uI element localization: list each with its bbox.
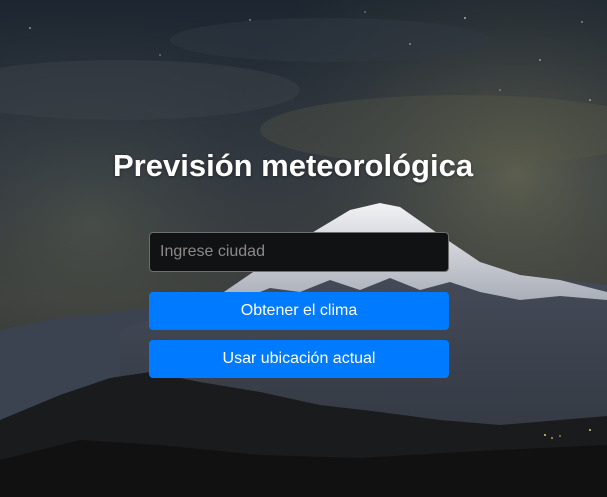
page-title: Previsión meteorológica [113,148,474,183]
use-current-location-button[interactable]: Usar ubicación actual [149,340,449,378]
get-weather-button[interactable]: Obtener el clima [149,292,449,330]
city-search-input[interactable] [149,232,449,272]
